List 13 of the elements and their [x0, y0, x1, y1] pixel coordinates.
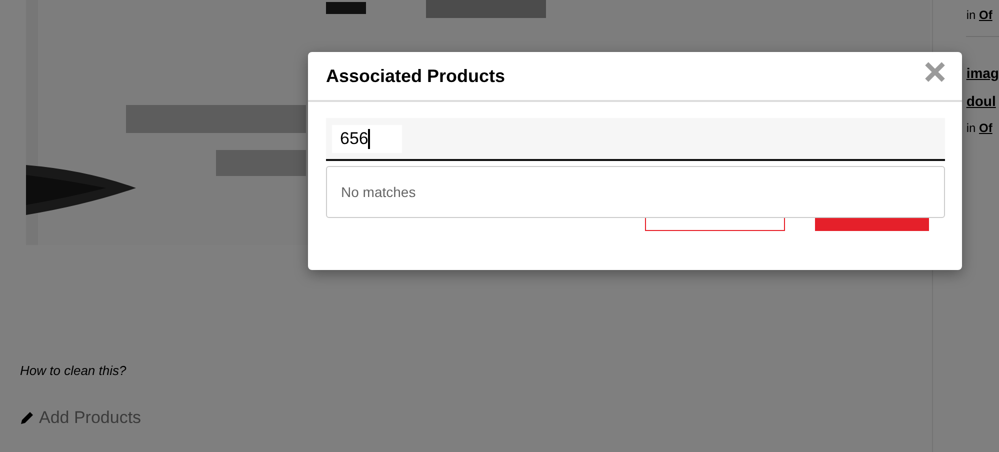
- category-text: in Of: [966, 8, 992, 22]
- no-matches-text: No matches: [341, 184, 416, 200]
- close-icon[interactable]: [924, 61, 946, 83]
- post-caption: How to clean this?: [20, 363, 128, 378]
- category-link[interactable]: Of: [979, 121, 992, 135]
- dialog-title: Associated Products: [326, 66, 506, 86]
- add-products-link[interactable]: Add Products: [19, 408, 142, 428]
- pencil-icon: [19, 410, 35, 426]
- search-field[interactable]: 656: [326, 118, 945, 161]
- post-title-link[interactable]: imag: [966, 65, 999, 81]
- post-title-link[interactable]: doul: [966, 93, 996, 109]
- category-text: in Of: [966, 121, 992, 135]
- category-link[interactable]: Of: [979, 8, 992, 22]
